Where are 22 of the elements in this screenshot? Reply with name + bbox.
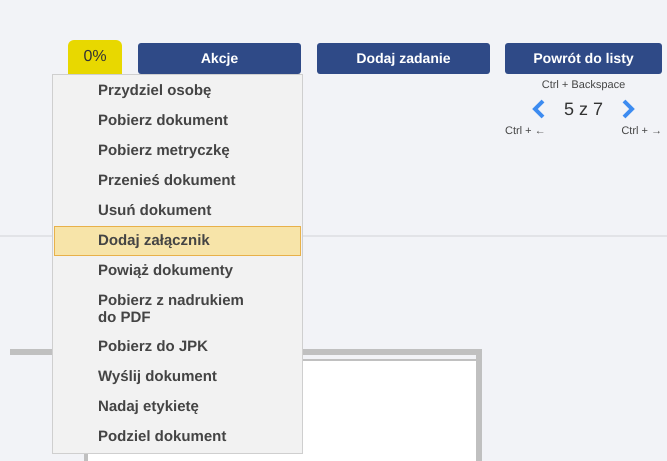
menu-item[interactable]: Podziel dokument: [54, 422, 301, 452]
actions-button[interactable]: Akcje: [138, 43, 301, 74]
menu-item[interactable]: Pobierz metryczkę: [54, 136, 301, 166]
menu-item[interactable]: Dodaj załącznik: [54, 226, 301, 256]
page-position: 5 z 7: [564, 98, 604, 120]
back-to-list-button[interactable]: Powrót do listy: [505, 43, 662, 74]
menu-item[interactable]: Przydziel osobę: [54, 76, 301, 106]
shortcut-hint: Ctrl + →: [621, 124, 662, 138]
menu-item[interactable]: Pobierz dokument: [54, 106, 301, 136]
progress-badge: 0%: [68, 40, 122, 74]
menu-item[interactable]: Usuń dokument: [54, 196, 301, 226]
shortcut-hint: Ctrl + ←: [505, 124, 546, 138]
shortcut-hint: Ctrl + Backspace: [542, 78, 626, 93]
menu-item[interactable]: Pobierz z nadrukiem do PDF: [54, 286, 301, 332]
chevron-left-icon[interactable]: [532, 99, 546, 119]
menu-item[interactable]: Nadaj etykietę: [54, 392, 301, 422]
add-task-button[interactable]: Dodaj zadanie: [317, 43, 490, 74]
menu-item[interactable]: Wyślij dokument: [54, 362, 301, 392]
menu-item[interactable]: Przenieś dokument: [54, 166, 301, 196]
menu-item[interactable]: Pobierz do JPK: [54, 332, 301, 362]
menu-item[interactable]: Powiąż dokumenty: [54, 256, 301, 286]
chevron-right-icon[interactable]: [621, 99, 636, 119]
